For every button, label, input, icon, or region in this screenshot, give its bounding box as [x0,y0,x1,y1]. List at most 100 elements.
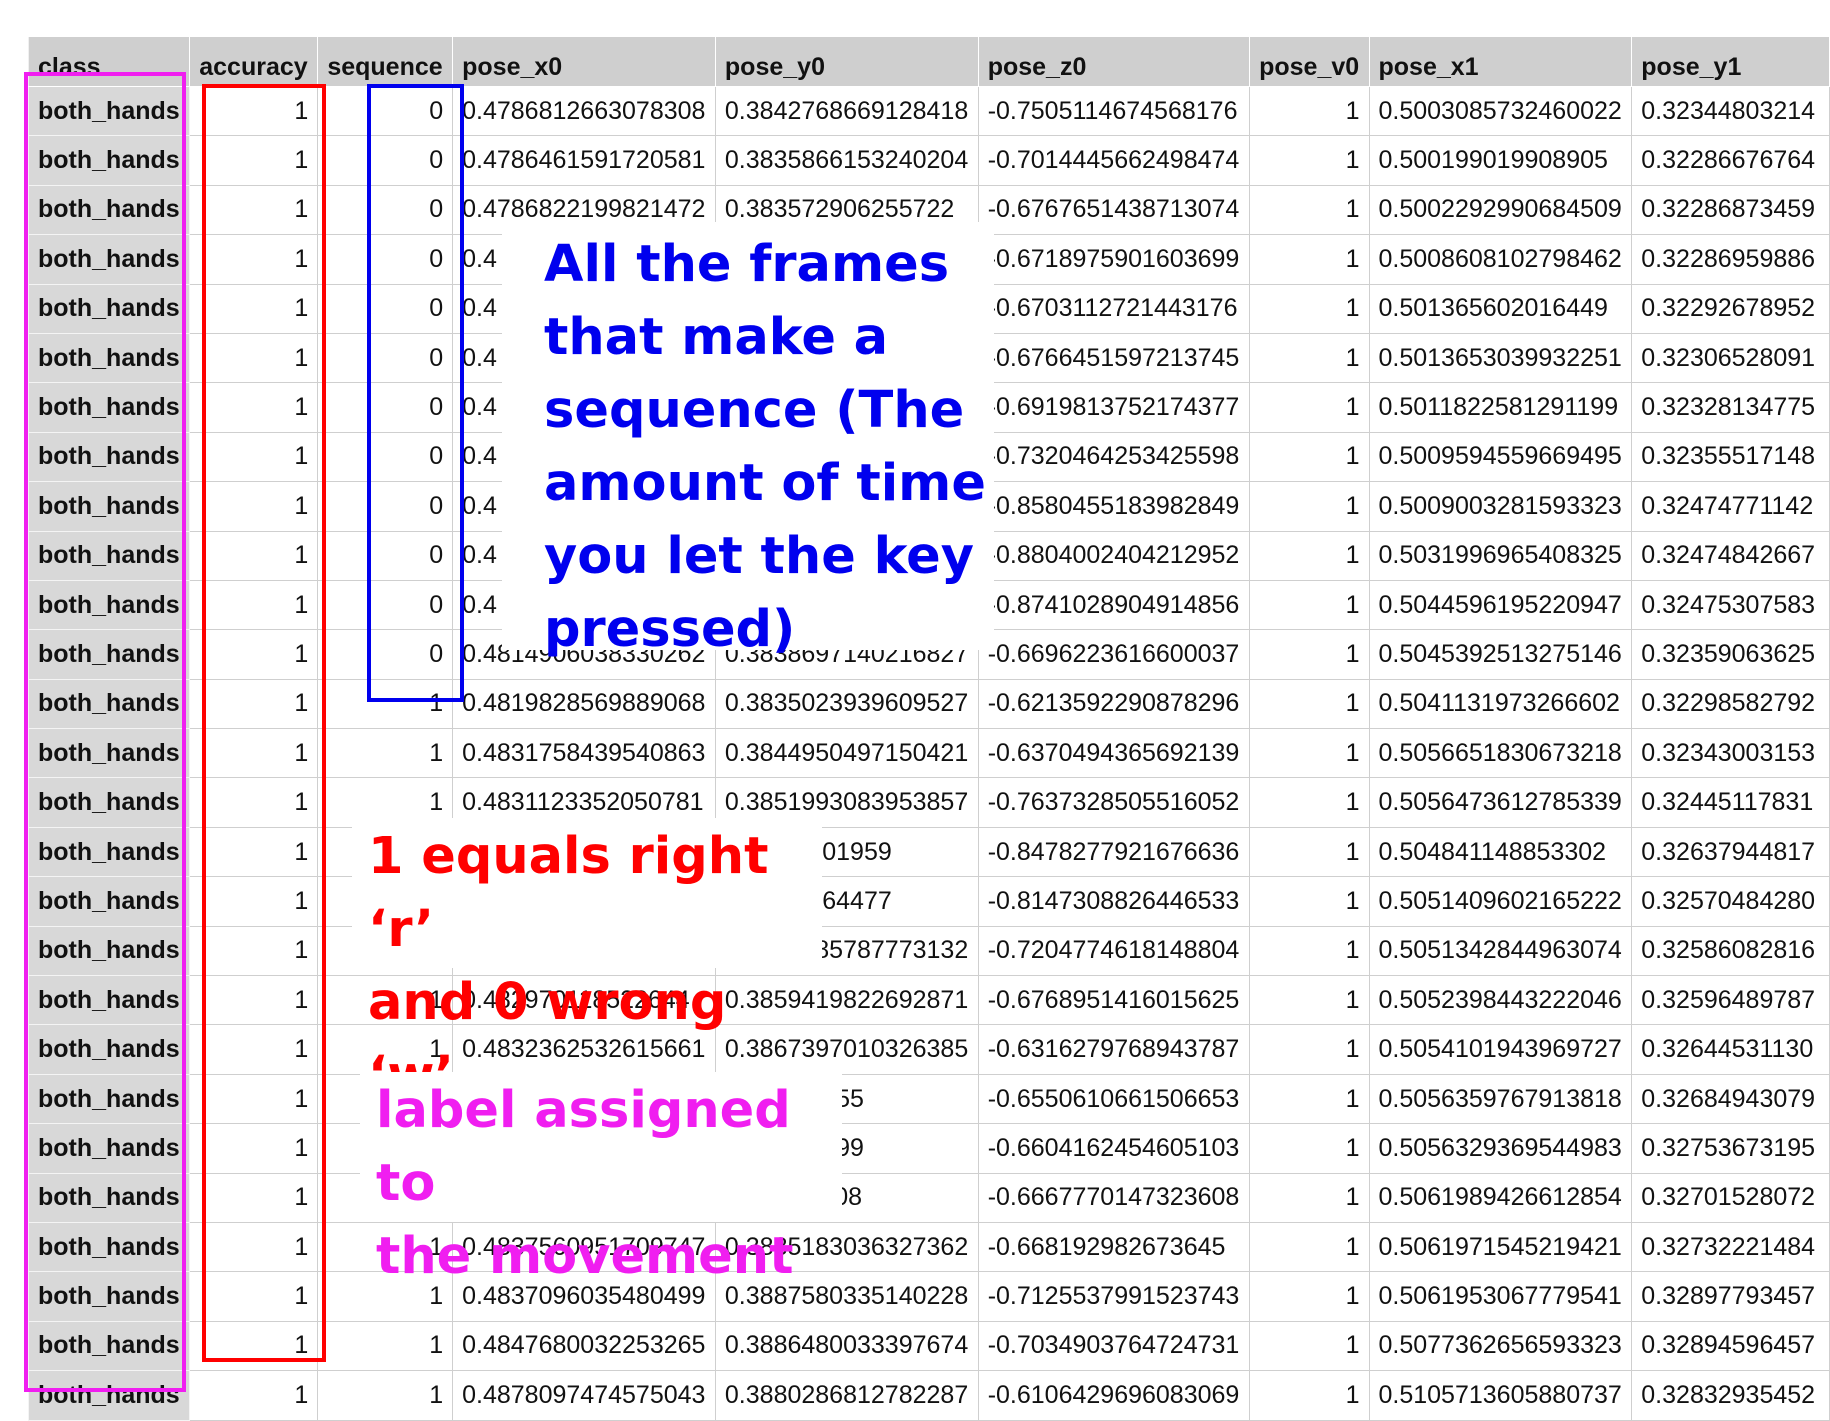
cell-pose-y1[interactable]: 0.32474771142 [1631,481,1830,532]
cell-pose-z0[interactable]: -0.7637328505516052 [977,777,1251,828]
cell-accuracy[interactable]: 1 [189,826,319,878]
cell-pose-y1[interactable]: 0.32328134775 [1631,382,1830,433]
cell-pose-y1[interactable]: 0.32832935452 [1631,1370,1830,1421]
cell-accuracy[interactable]: 1 [189,1024,319,1075]
column-header-sequence[interactable]: sequence [317,36,454,87]
cell-pose-x1[interactable]: 0.5105713605880737 [1368,1370,1633,1421]
cell-accuracy[interactable]: 1 [189,777,319,828]
cell-sequence[interactable]: 0 [317,382,454,433]
cell-sequence[interactable]: 0 [317,481,454,532]
cell-pose-v0[interactable]: 1 [1249,629,1370,680]
cell-accuracy[interactable]: 1 [189,332,319,384]
cell-pose-y0[interactable]: 0.3835866153240204 [714,135,979,186]
cell-pose-v0[interactable]: 1 [1249,382,1370,433]
cell-pose-z0[interactable]: -0.6213592290878296 [977,678,1251,730]
cell-sequence[interactable]: 1 [317,1370,454,1421]
cell-pose-z0[interactable]: -0.6919813752174377 [977,382,1251,433]
cell-pose-y1[interactable]: 0.32286959886 [1631,234,1830,285]
table-row[interactable]: both_hands11099433899-0.6604162454605103… [27,1123,1830,1174]
cell-pose-x1[interactable]: 0.5051409602165222 [1368,876,1633,927]
column-header-pose-y0[interactable]: pose_y0 [714,36,979,87]
cell-pose-y1[interactable]: 0.32306528091 [1631,332,1830,384]
cell-pose-z0[interactable]: -0.668192982673645 [977,1221,1251,1273]
cell-pose-x1[interactable]: 0.5061971545219421 [1368,1221,1633,1273]
cell-pose-y0[interactable]: 0.3842768669128418 [714,85,979,137]
cell-pose-y1[interactable]: 0.32897793457 [1631,1271,1830,1322]
cell-pose-z0[interactable]: -0.6767651438713074 [977,184,1251,236]
cell-accuracy[interactable]: 1 [189,728,319,779]
cell-class[interactable]: both_hands [27,579,191,631]
table-row[interactable]: both_hands 1 1 0.4831758439540863 0.38449504… [27,728,1830,779]
cell-pose-y1[interactable]: 0.32292678952 [1631,283,1830,334]
cell-pose-x1[interactable]: 0.5056329369544983 [1368,1123,1633,1174]
cell-pose-z0[interactable]: -0.7320464253425598 [977,431,1251,483]
cell-sequence[interactable]: 0 [317,135,454,186]
cell-pose-z0[interactable]: -0.6696223616600037 [977,629,1251,680]
cell-accuracy[interactable]: 1 [189,1221,319,1273]
cell-accuracy[interactable]: 1 [189,1123,319,1174]
cell-pose-x1[interactable]: 0.5011822581291199 [1368,382,1633,433]
cell-pose-y1[interactable]: 0.32684943079 [1631,1073,1830,1125]
cell-pose-x1[interactable]: 0.5041131973266602 [1368,678,1633,730]
cell-class[interactable]: both_hands [27,135,191,186]
cell-pose-v0[interactable]: 1 [1249,975,1370,1026]
cell-pose-z0[interactable]: -0.8478277921676636 [977,826,1251,878]
cell-sequence[interactable]: 1 [317,1320,454,1372]
cell-pose-y1[interactable]: 0.32644531130 [1631,1024,1830,1075]
cell-class[interactable]: both_hands [27,1320,191,1372]
table-row[interactable]: both_hands 1 0 0.4786812663078308 0.38427686… [27,85,1830,137]
cell-pose-v0[interactable]: 1 [1249,728,1370,779]
cell-pose-v0[interactable]: 1 [1249,530,1370,581]
cell-pose-x0[interactable]: 0.4831758439540863 [452,728,716,779]
cell-accuracy[interactable]: 1 [189,382,319,433]
cell-class[interactable]: both_hands [27,1073,191,1125]
cell-pose-v0[interactable]: 1 [1249,1172,1370,1223]
table-row[interactable]: both_hands1427835464477-0.81473088264465… [27,876,1830,927]
column-header-accuracy[interactable]: accuracy [189,36,319,87]
cell-class[interactable]: both_hands [27,382,191,433]
cell-class[interactable]: both_hands [27,678,191,730]
cell-pose-v0[interactable]: 1 [1249,135,1370,186]
table-row[interactable]: both_hands19117527008-0.6667770147323608… [27,1172,1830,1223]
cell-pose-y1[interactable]: 0.32570484280 [1631,876,1830,927]
table-row[interactable]: both_hands13334732055-0.6550610661506653… [27,1073,1830,1125]
cell-pose-y1[interactable]: 0.32753673195 [1631,1123,1830,1174]
cell-pose-x1[interactable]: 0.5077362656593323 [1368,1320,1633,1372]
cell-pose-y0[interactable]: 0.3886480033397674 [714,1320,979,1372]
cell-class[interactable]: both_hands [27,431,191,483]
cell-pose-v0[interactable]: 1 [1249,1123,1370,1174]
cell-pose-x1[interactable]: 0.5044596195220947 [1368,579,1633,631]
cell-pose-x1[interactable]: 0.5002292990684509 [1368,184,1633,236]
cell-pose-z0[interactable]: -0.8741028904914856 [977,579,1251,631]
cell-pose-z0[interactable]: -0.6718975901603699 [977,234,1251,285]
table-row[interactable]: both_hands 1 1 0.482970118522644 0.385941982… [27,975,1830,1026]
cell-pose-z0[interactable]: -0.8147308826446533 [977,876,1251,927]
cell-pose-v0[interactable]: 1 [1249,1271,1370,1322]
cell-class[interactable]: both_hands [27,1024,191,1075]
cell-pose-z0[interactable]: -0.6550610661506653 [977,1073,1251,1125]
cell-accuracy[interactable]: 1 [189,1370,319,1421]
cell-pose-y0[interactable]: 0.3835023939609527 [714,678,979,730]
cell-pose-y1[interactable]: 0.32445117831 [1631,777,1830,828]
cell-pose-x1[interactable]: 0.504841148853302 [1368,826,1633,878]
cell-accuracy[interactable]: 1 [189,876,319,927]
cell-accuracy[interactable]: 1 [189,431,319,483]
cell-pose-v0[interactable]: 1 [1249,1320,1370,1372]
cell-pose-x0[interactable]: 0.4847680032253265 [452,1320,716,1372]
cell-pose-v0[interactable]: 1 [1249,234,1370,285]
cell-class[interactable]: both_hands [27,925,191,977]
column-header-pose-z0[interactable]: pose_z0 [977,36,1251,87]
cell-accuracy[interactable]: 1 [189,234,319,285]
cell-class[interactable]: both_hands [27,234,191,285]
cell-pose-z0[interactable]: -0.8580455183982849 [977,481,1251,532]
cell-pose-z0[interactable]: -0.7034903764724731 [977,1320,1251,1372]
cell-pose-z0[interactable]: -0.8804002404212952 [977,530,1251,581]
cell-pose-y1[interactable]: 0.32475307583 [1631,579,1830,631]
cell-class[interactable]: both_hands [27,85,191,137]
cell-accuracy[interactable]: 1 [189,1271,319,1322]
cell-pose-x1[interactable]: 0.5056473612785339 [1368,777,1633,828]
cell-accuracy[interactable]: 1 [189,975,319,1026]
table-row[interactable]: both_hands 1 1 0.4832362532615661 0.38673970… [27,1024,1830,1075]
cell-pose-x1[interactable]: 0.5054101943969727 [1368,1024,1633,1075]
cell-class[interactable]: both_hands [27,629,191,680]
